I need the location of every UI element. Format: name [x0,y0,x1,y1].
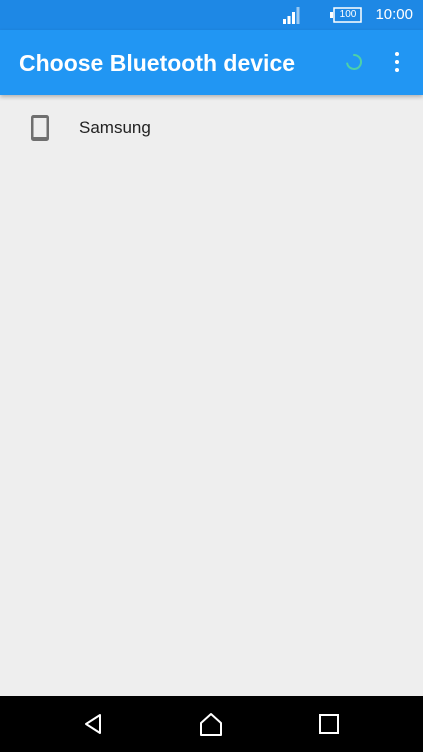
status-bar: 100 10:00 [0,0,423,30]
clock: 10:00 [375,6,413,23]
menu-dot [395,68,399,72]
device-list: Samsung [0,95,423,159]
recents-icon[interactable] [315,710,343,738]
spinner-icon [346,53,363,70]
device-item-samsung[interactable]: Samsung [0,95,423,159]
home-icon[interactable] [197,710,225,738]
app-bar: Choose Bluetooth device [0,30,423,95]
signal-icon [283,7,300,24]
device-label: Samsung [79,118,151,137]
smartphone-icon [31,115,49,141]
back-icon[interactable] [80,710,108,738]
nav-bar [0,696,423,752]
menu-dot [395,52,399,56]
battery-level: 100 [339,9,357,20]
page-title: Choose Bluetooth device [19,50,296,76]
menu-dot [395,60,399,64]
more-vert-icon[interactable] [385,48,409,76]
